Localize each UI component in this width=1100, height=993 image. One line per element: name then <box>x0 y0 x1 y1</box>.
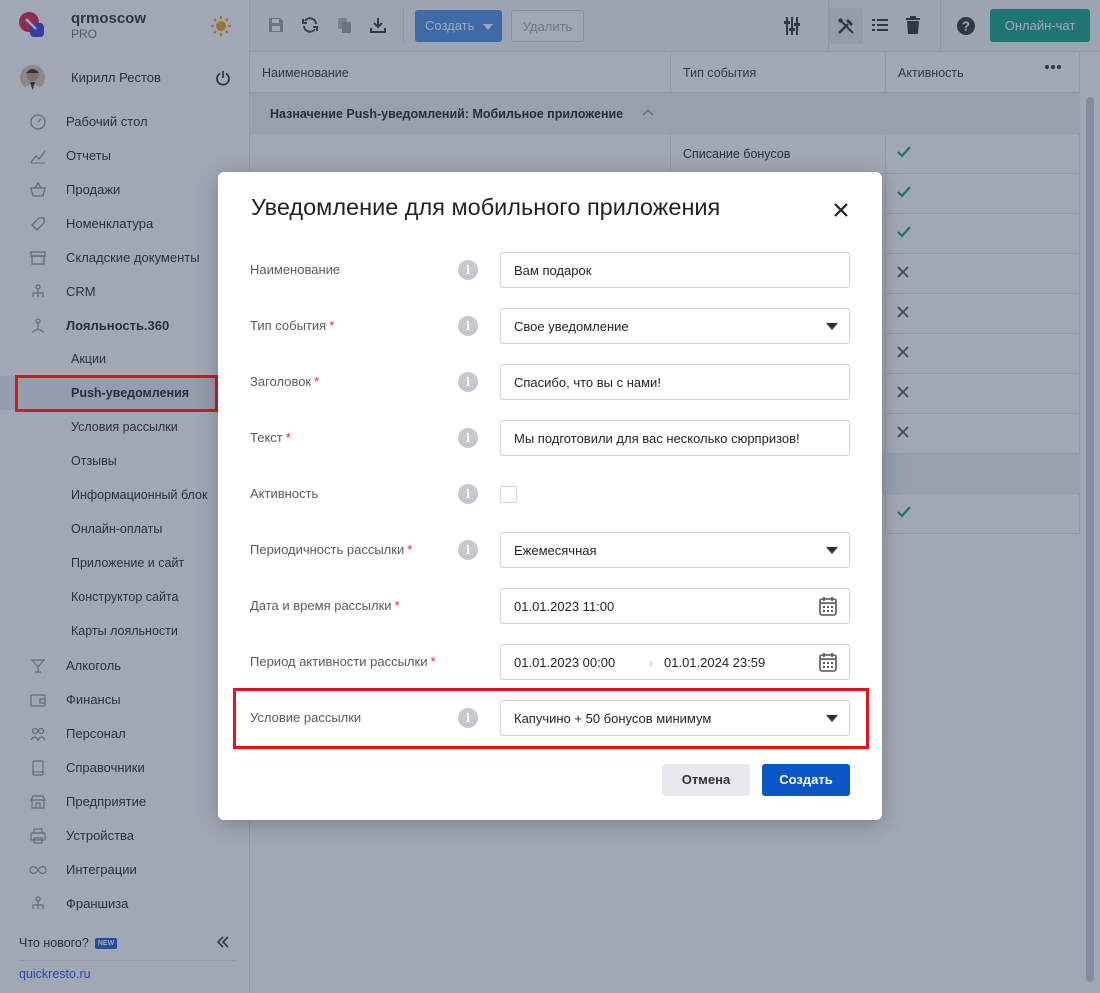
event-type-select[interactable]: Свое уведомление <box>500 308 850 344</box>
activity-period-input[interactable]: 01.01.2023 00:00 › 01.01.2024 23:59 <box>500 644 850 680</box>
info-icon[interactable]: i <box>458 428 478 448</box>
calendar-icon[interactable] <box>819 596 837 616</box>
create-submit-button[interactable]: Создать <box>762 764 850 796</box>
info-icon[interactable]: i <box>458 540 478 560</box>
header-input[interactable]: Спасибо, что вы с нами! <box>500 364 850 400</box>
form-row-header: Заголовок * i Спасибо, что вы с нами! <box>218 364 882 400</box>
active-checkbox[interactable] <box>500 486 517 503</box>
form-row-event-type: Тип события * i Свое уведомление <box>218 308 882 344</box>
name-input[interactable]: Вам подарок <box>500 252 850 288</box>
notification-modal: Уведомление для мобильного приложения На… <box>218 172 882 820</box>
modal-title: Уведомление для мобильного приложения <box>251 194 721 220</box>
form-row-activity-period: Период активности рассылки * 01.01.2023 0… <box>218 644 882 680</box>
dropdown-arrow-icon <box>826 547 838 554</box>
info-icon[interactable]: i <box>458 316 478 336</box>
close-icon[interactable] <box>834 203 848 217</box>
info-icon[interactable]: i <box>458 260 478 280</box>
form-row-periodicity: Периодичность рассылки * i Ежемесячная <box>218 532 882 568</box>
highlight-box <box>233 688 869 749</box>
datetime-input[interactable]: 01.01.2023 11:00 <box>500 588 850 624</box>
form-row-active: Активность i <box>218 476 882 512</box>
info-icon[interactable]: i <box>458 372 478 392</box>
cancel-button[interactable]: Отмена <box>662 764 750 796</box>
dropdown-arrow-icon <box>826 323 838 330</box>
highlight-box <box>15 375 218 412</box>
periodicity-select[interactable]: Ежемесячная <box>500 532 850 568</box>
form-row-name: Наименование i Вам подарок <box>218 252 882 288</box>
chevron-right-icon: › <box>649 656 653 670</box>
info-icon[interactable]: i <box>458 484 478 504</box>
text-input[interactable]: Мы подготовили для вас несколько сюрприз… <box>500 420 850 456</box>
calendar-icon[interactable] <box>819 652 837 672</box>
form-row-text: Текст * i Мы подготовили для вас нескольк… <box>218 420 882 456</box>
form-row-datetime: Дата и время рассылки * 01.01.2023 11:00 <box>218 588 882 624</box>
